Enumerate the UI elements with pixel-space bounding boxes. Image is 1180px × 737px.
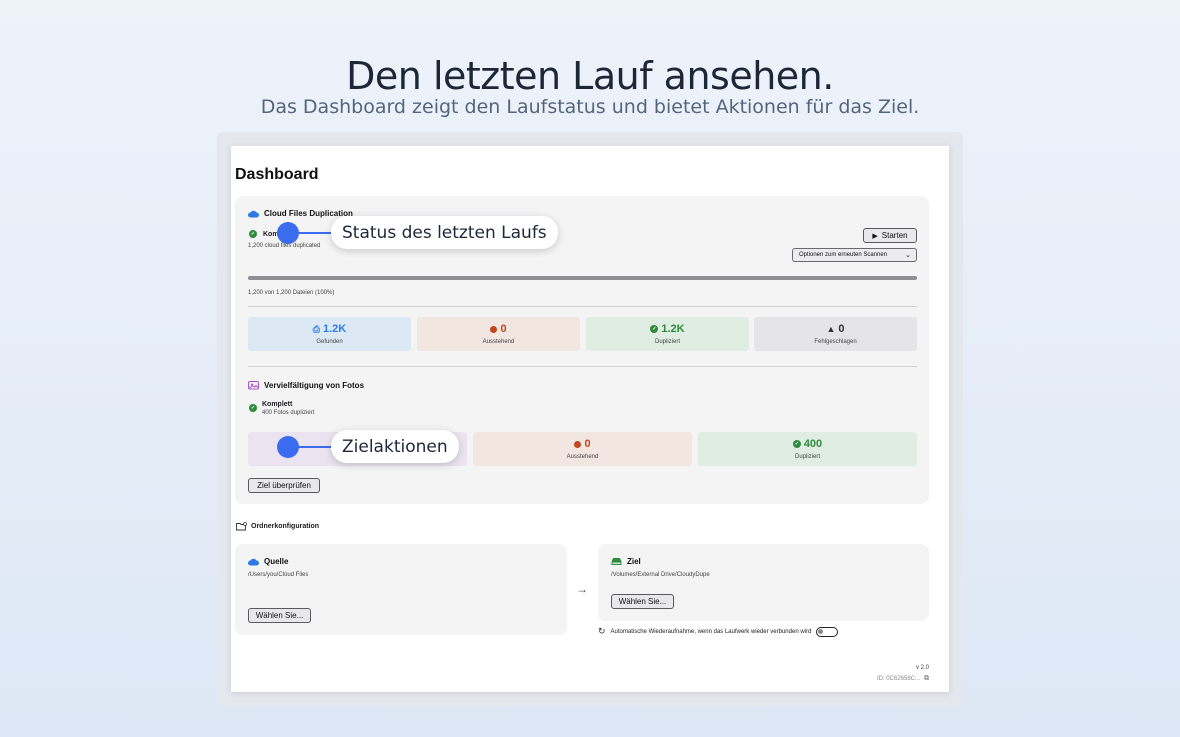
folder-settings-icon (236, 522, 247, 531)
stat-pending-value: 0 (500, 323, 507, 335)
photos-icon (248, 381, 259, 390)
cloud-status: ✓ Kom (249, 230, 279, 238)
verify-target-button[interactable]: Ziel überprüfen (248, 478, 320, 493)
photos-status: ✓ Komplett 400 Fotos dupliziert (249, 401, 314, 416)
callout-status: Status des letzten Laufs (331, 216, 558, 249)
stat-photos-pending: 0 Ausstehend (473, 432, 692, 466)
callout-actions-dot (277, 436, 299, 458)
cloud-progress-text: 1,200 von 1,200 Dateien (100%) (248, 290, 335, 296)
divider (248, 306, 917, 307)
hero-subtitle: Das Dashboard zeigt den Laufstatus und b… (260, 96, 920, 118)
stat-duplicated: ✓ 1.2K Dupliziert (586, 317, 749, 351)
refresh-icon: ↻ (598, 626, 606, 636)
stat-found: ⎙ 1.2K Gefunden (248, 317, 411, 351)
stat-failed: ▲ 0 Fehlgeschlagen (754, 317, 917, 351)
cloud-icon (248, 210, 259, 217)
auto-resume-row: ↻ Automatische Wiederaufnahme, wenn das … (598, 626, 839, 637)
stat-photos-duplicated: ✓ 400 Dupliziert (698, 432, 917, 466)
id-row: ID: 0C62658C... ⧉ (877, 675, 929, 683)
choose-source-button[interactable]: Wählen Sie... (248, 608, 311, 623)
start-button-label: Starten (881, 231, 908, 240)
stat-photos-duplicated-value: 400 (803, 438, 823, 450)
source-path: /Users/you/Cloud Files (248, 572, 309, 578)
source-title: Quelle (248, 557, 288, 566)
stat-pending-label: Ausstehend (482, 339, 515, 345)
target-title-label: Ziel (627, 557, 641, 566)
target-title: Ziel (611, 557, 641, 566)
callout-status-dot (277, 222, 299, 244)
source-title-label: Quelle (264, 557, 289, 566)
stat-duplicated-value: 1.2K (661, 323, 685, 335)
choose-target-button[interactable]: Wählen Sie... (611, 594, 674, 609)
auto-resume-toggle[interactable] (816, 626, 839, 637)
id-label: ID: 0C62658C... (876, 676, 920, 682)
check-icon: ✓ (650, 325, 659, 333)
pending-icon (574, 440, 582, 448)
photos-section-title: Vervielfältigung von Fotos (248, 380, 364, 390)
stat-photos-duplicated-label: Dupliziert (794, 454, 820, 460)
warning-icon: ▲ (826, 324, 836, 334)
check-icon: ✓ (249, 404, 257, 412)
page-title: Dashboard (235, 166, 319, 183)
cloud-icon (248, 558, 259, 565)
stat-duplicated-label: Dupliziert (654, 339, 680, 345)
auto-resume-label: Automatische Wiederaufnahme, wenn das La… (610, 628, 812, 635)
start-button[interactable]: ▶ Starten (863, 228, 917, 243)
chevron-down-icon: ⌄ (905, 252, 911, 259)
source-card: Quelle /Users/you/Cloud Files Wählen Sie… (235, 544, 567, 635)
callout-actions: Zielaktionen (331, 430, 459, 463)
stat-found-label: Gefunden (316, 339, 343, 345)
divider (248, 366, 917, 367)
rescan-options-select[interactable]: Optionen zum erneuten Scannen ⌄ (792, 248, 917, 262)
cloud-section-title: Cloud Files Duplication (248, 209, 353, 218)
copy-icon[interactable]: ⧉ (924, 675, 929, 683)
stat-found-value: 1.2K (322, 323, 347, 335)
folders-title-label: Ordnerkonfiguration (251, 523, 320, 530)
drive-icon (611, 558, 622, 565)
folders-title: Ordnerkonfiguration (236, 522, 319, 531)
hero-title: Den letzten Lauf ansehen. (346, 54, 834, 98)
target-card: Ziel /Volumes/External Drive/CloudyDupe … (598, 544, 929, 621)
photos-section-label: Vervielfältigung von Fotos (264, 380, 365, 390)
toggle-knob (818, 628, 824, 634)
stat-photos-pending-label: Ausstehend (566, 454, 599, 460)
arrow-right-icon: → (576, 582, 588, 596)
rescan-options-label: Optionen zum erneuten Scannen (799, 252, 888, 258)
stat-failed-value: 0 (838, 323, 845, 335)
photos-status-label: Komplett (262, 401, 293, 408)
target-path: /Volumes/External Drive/CloudyDupe (611, 572, 710, 578)
check-icon: ✓ (792, 440, 801, 448)
play-icon: ▶ (872, 232, 878, 240)
document-icon: ⎙ (312, 323, 320, 334)
photos-status-detail: 400 Fotos dupliziert (262, 410, 315, 416)
version-label: v 2.0 (915, 665, 929, 671)
cloud-progress-bar (248, 276, 917, 280)
stat-photos-pending-value: 0 (584, 438, 591, 450)
check-icon: ✓ (249, 230, 257, 238)
stat-failed-label: Fehlgeschlagen (814, 339, 857, 345)
pending-icon (490, 325, 498, 333)
cloud-status-detail: 1,200 cloud files duplicated (248, 243, 321, 249)
cloud-progress-fill (248, 276, 917, 280)
stat-pending: 0 Ausstehend (417, 317, 580, 351)
